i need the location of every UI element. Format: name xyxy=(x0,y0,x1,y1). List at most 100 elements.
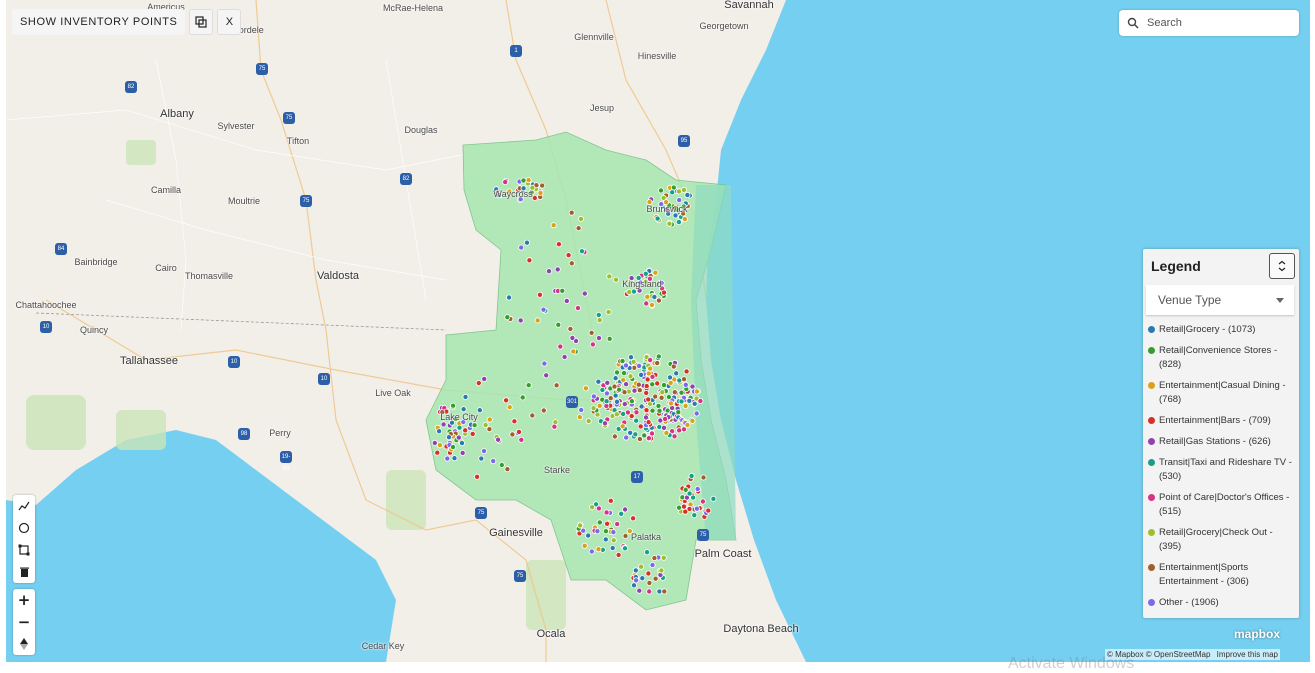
inventory-point[interactable] xyxy=(697,397,704,404)
inventory-point[interactable] xyxy=(605,308,612,315)
inventory-point[interactable] xyxy=(651,555,658,562)
inventory-point[interactable] xyxy=(537,189,544,196)
inventory-point[interactable] xyxy=(680,186,687,193)
inventory-point[interactable] xyxy=(503,397,510,404)
inventory-point[interactable] xyxy=(678,389,685,396)
inventory-point[interactable] xyxy=(609,545,616,552)
inventory-point[interactable] xyxy=(603,390,610,397)
inventory-point[interactable] xyxy=(602,528,609,535)
inventory-point[interactable] xyxy=(525,382,532,389)
inventory-point[interactable] xyxy=(568,260,575,267)
inventory-point[interactable] xyxy=(436,442,443,449)
inventory-point[interactable] xyxy=(676,504,683,511)
inventory-point[interactable] xyxy=(551,423,558,430)
inventory-point[interactable] xyxy=(506,404,513,411)
inventory-point[interactable] xyxy=(590,393,597,400)
inventory-point[interactable] xyxy=(691,512,698,519)
inventory-point[interactable] xyxy=(671,433,678,440)
inventory-point[interactable] xyxy=(606,273,613,280)
inventory-point[interactable] xyxy=(606,335,613,342)
layers-button[interactable] xyxy=(189,9,214,35)
inventory-point[interactable] xyxy=(705,507,712,514)
inventory-point[interactable] xyxy=(645,370,652,377)
inventory-point[interactable] xyxy=(678,398,685,405)
inventory-point[interactable] xyxy=(515,428,522,435)
inventory-point[interactable] xyxy=(486,416,493,423)
inventory-point[interactable] xyxy=(531,194,538,201)
inventory-point[interactable] xyxy=(665,393,672,400)
inventory-point[interactable] xyxy=(498,461,505,468)
inventory-point[interactable] xyxy=(645,419,652,426)
inventory-point[interactable] xyxy=(639,575,646,582)
inventory-point[interactable] xyxy=(555,241,562,248)
inventory-point[interactable] xyxy=(644,293,651,300)
inventory-point[interactable] xyxy=(588,548,595,555)
inventory-point[interactable] xyxy=(614,369,621,376)
inventory-point[interactable] xyxy=(668,400,675,407)
inventory-point[interactable] xyxy=(462,393,469,400)
inventory-point[interactable] xyxy=(449,444,456,451)
inventory-point[interactable] xyxy=(518,244,525,251)
inventory-point[interactable] xyxy=(445,434,452,441)
inventory-point[interactable] xyxy=(652,393,659,400)
inventory-point[interactable] xyxy=(612,375,619,382)
inventory-point[interactable] xyxy=(644,376,651,383)
inventory-point[interactable] xyxy=(459,449,466,456)
inventory-point[interactable] xyxy=(561,353,568,360)
delete-drawing-button[interactable] xyxy=(13,561,35,583)
inventory-point[interactable] xyxy=(638,563,645,570)
map[interactable] xyxy=(6,0,1310,662)
inventory-point[interactable] xyxy=(676,377,683,384)
inventory-point[interactable] xyxy=(469,430,476,437)
inventory-point[interactable] xyxy=(555,321,562,328)
inventory-point[interactable] xyxy=(546,268,553,275)
inventory-point[interactable] xyxy=(633,409,640,416)
inventory-point[interactable] xyxy=(662,415,669,422)
inventory-point[interactable] xyxy=(570,348,577,355)
zoom-out-button[interactable]: − xyxy=(13,611,35,633)
inventory-point[interactable] xyxy=(649,381,656,388)
inventory-point[interactable] xyxy=(658,567,665,574)
inventory-point[interactable] xyxy=(631,387,638,394)
inventory-point[interactable] xyxy=(589,504,596,511)
close-button[interactable]: X xyxy=(217,9,242,35)
inventory-point[interactable] xyxy=(602,536,609,543)
inventory-point[interactable] xyxy=(682,402,689,409)
inventory-point[interactable] xyxy=(694,485,701,492)
inventory-point[interactable] xyxy=(581,542,588,549)
inventory-point[interactable] xyxy=(431,439,438,446)
inventory-point[interactable] xyxy=(656,407,663,414)
inventory-point[interactable] xyxy=(623,434,630,441)
inventory-point[interactable] xyxy=(669,189,676,196)
inventory-point[interactable] xyxy=(612,392,619,399)
mapbox-logo[interactable]: mapbox xyxy=(1234,627,1280,641)
inventory-point[interactable] xyxy=(482,421,489,428)
inventory-point[interactable] xyxy=(683,368,690,375)
inventory-point[interactable] xyxy=(456,424,463,431)
inventory-point[interactable] xyxy=(526,257,533,264)
inventory-point[interactable] xyxy=(543,372,550,379)
inventory-point[interactable] xyxy=(529,412,536,419)
inventory-point[interactable] xyxy=(682,508,689,515)
inventory-point[interactable] xyxy=(614,521,621,528)
inventory-point[interactable] xyxy=(691,400,698,407)
inventory-point[interactable] xyxy=(436,428,443,435)
inventory-point[interactable] xyxy=(681,216,688,223)
inventory-point[interactable] xyxy=(655,353,662,360)
inventory-point[interactable] xyxy=(676,427,683,434)
inventory-point[interactable] xyxy=(661,588,668,595)
inventory-point[interactable] xyxy=(667,379,674,386)
inventory-point[interactable] xyxy=(613,411,620,418)
inventory-point[interactable] xyxy=(444,455,451,462)
inventory-point[interactable] xyxy=(480,448,487,455)
inventory-point[interactable] xyxy=(630,515,637,522)
inventory-point[interactable] xyxy=(628,398,635,405)
inventory-point[interactable] xyxy=(710,495,717,502)
inventory-point[interactable] xyxy=(642,270,649,277)
inventory-point[interactable] xyxy=(641,432,648,439)
inventory-point[interactable] xyxy=(636,362,643,369)
inventory-point[interactable] xyxy=(520,177,527,184)
inventory-point[interactable] xyxy=(689,383,696,390)
inventory-point[interactable] xyxy=(495,436,502,443)
inventory-point[interactable] xyxy=(644,549,651,556)
